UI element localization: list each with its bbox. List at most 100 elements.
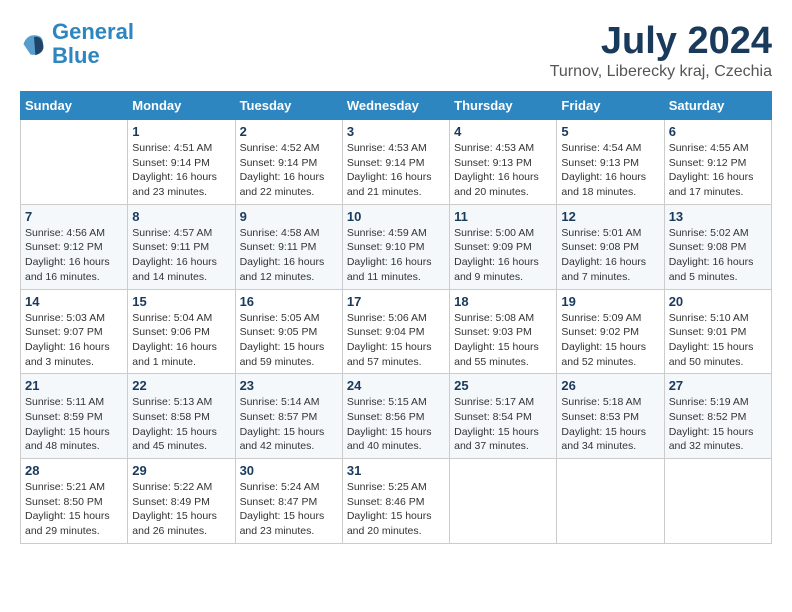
day-number: 18 [454, 294, 552, 309]
day-number: 1 [132, 124, 230, 139]
calendar-cell [664, 459, 771, 544]
calendar-cell [21, 120, 128, 205]
col-sunday: Sunday [21, 92, 128, 120]
calendar-cell: 16 Sunrise: 5:05 AMSunset: 9:05 PMDaylig… [235, 289, 342, 374]
calendar-cell: 5 Sunrise: 4:54 AMSunset: 9:13 PMDayligh… [557, 120, 664, 205]
calendar-cell: 31 Sunrise: 5:25 AMSunset: 8:46 PMDaylig… [342, 459, 449, 544]
day-info: Sunrise: 4:55 AMSunset: 9:12 PMDaylight:… [669, 141, 767, 200]
calendar-cell: 3 Sunrise: 4:53 AMSunset: 9:14 PMDayligh… [342, 120, 449, 205]
day-info: Sunrise: 5:05 AMSunset: 9:05 PMDaylight:… [240, 311, 338, 370]
calendar-cell: 2 Sunrise: 4:52 AMSunset: 9:14 PMDayligh… [235, 120, 342, 205]
day-number: 24 [347, 378, 445, 393]
day-number: 26 [561, 378, 659, 393]
day-info: Sunrise: 5:25 AMSunset: 8:46 PMDaylight:… [347, 480, 445, 539]
day-number: 3 [347, 124, 445, 139]
calendar-table: Sunday Monday Tuesday Wednesday Thursday… [20, 91, 772, 544]
day-number: 11 [454, 209, 552, 224]
calendar-cell: 1 Sunrise: 4:51 AMSunset: 9:14 PMDayligh… [128, 120, 235, 205]
calendar-cell: 26 Sunrise: 5:18 AMSunset: 8:53 PMDaylig… [557, 374, 664, 459]
day-info: Sunrise: 5:18 AMSunset: 8:53 PMDaylight:… [561, 395, 659, 454]
day-info: Sunrise: 5:22 AMSunset: 8:49 PMDaylight:… [132, 480, 230, 539]
day-info: Sunrise: 4:52 AMSunset: 9:14 PMDaylight:… [240, 141, 338, 200]
calendar-cell: 28 Sunrise: 5:21 AMSunset: 8:50 PMDaylig… [21, 459, 128, 544]
logo: General Blue [20, 20, 134, 68]
col-thursday: Thursday [450, 92, 557, 120]
calendar-cell: 18 Sunrise: 5:08 AMSunset: 9:03 PMDaylig… [450, 289, 557, 374]
calendar-cell [557, 459, 664, 544]
title-section: July 2024 Turnov, Liberecky kraj, Czechi… [550, 20, 772, 81]
calendar-cell: 27 Sunrise: 5:19 AMSunset: 8:52 PMDaylig… [664, 374, 771, 459]
day-number: 23 [240, 378, 338, 393]
calendar-cell: 10 Sunrise: 4:59 AMSunset: 9:10 PMDaylig… [342, 204, 449, 289]
header-section: General Blue July 2024 Turnov, Liberecky… [20, 20, 772, 81]
day-number: 16 [240, 294, 338, 309]
day-info: Sunrise: 5:09 AMSunset: 9:02 PMDaylight:… [561, 311, 659, 370]
day-info: Sunrise: 5:14 AMSunset: 8:57 PMDaylight:… [240, 395, 338, 454]
calendar-header-row: Sunday Monday Tuesday Wednesday Thursday… [21, 92, 772, 120]
day-number: 17 [347, 294, 445, 309]
calendar-week-row: 28 Sunrise: 5:21 AMSunset: 8:50 PMDaylig… [21, 459, 772, 544]
day-number: 21 [25, 378, 123, 393]
day-number: 7 [25, 209, 123, 224]
day-number: 4 [454, 124, 552, 139]
day-number: 28 [25, 463, 123, 478]
day-number: 15 [132, 294, 230, 309]
calendar-cell: 13 Sunrise: 5:02 AMSunset: 9:08 PMDaylig… [664, 204, 771, 289]
calendar-cell: 12 Sunrise: 5:01 AMSunset: 9:08 PMDaylig… [557, 204, 664, 289]
day-info: Sunrise: 5:19 AMSunset: 8:52 PMDaylight:… [669, 395, 767, 454]
day-info: Sunrise: 4:54 AMSunset: 9:13 PMDaylight:… [561, 141, 659, 200]
day-info: Sunrise: 5:02 AMSunset: 9:08 PMDaylight:… [669, 226, 767, 285]
calendar-week-row: 21 Sunrise: 5:11 AMSunset: 8:59 PMDaylig… [21, 374, 772, 459]
day-number: 12 [561, 209, 659, 224]
day-number: 2 [240, 124, 338, 139]
calendar-cell: 14 Sunrise: 5:03 AMSunset: 9:07 PMDaylig… [21, 289, 128, 374]
calendar-cell: 9 Sunrise: 4:58 AMSunset: 9:11 PMDayligh… [235, 204, 342, 289]
calendar-week-row: 14 Sunrise: 5:03 AMSunset: 9:07 PMDaylig… [21, 289, 772, 374]
day-number: 25 [454, 378, 552, 393]
calendar-cell [450, 459, 557, 544]
calendar-cell: 22 Sunrise: 5:13 AMSunset: 8:58 PMDaylig… [128, 374, 235, 459]
day-number: 14 [25, 294, 123, 309]
day-info: Sunrise: 5:10 AMSunset: 9:01 PMDaylight:… [669, 311, 767, 370]
location: Turnov, Liberecky kraj, Czechia [550, 63, 772, 81]
day-number: 6 [669, 124, 767, 139]
day-info: Sunrise: 5:24 AMSunset: 8:47 PMDaylight:… [240, 480, 338, 539]
calendar-week-row: 7 Sunrise: 4:56 AMSunset: 9:12 PMDayligh… [21, 204, 772, 289]
col-tuesday: Tuesday [235, 92, 342, 120]
day-info: Sunrise: 5:00 AMSunset: 9:09 PMDaylight:… [454, 226, 552, 285]
day-number: 20 [669, 294, 767, 309]
day-info: Sunrise: 5:17 AMSunset: 8:54 PMDaylight:… [454, 395, 552, 454]
col-wednesday: Wednesday [342, 92, 449, 120]
day-number: 19 [561, 294, 659, 309]
day-info: Sunrise: 4:58 AMSunset: 9:11 PMDaylight:… [240, 226, 338, 285]
day-number: 29 [132, 463, 230, 478]
day-number: 5 [561, 124, 659, 139]
col-friday: Friday [557, 92, 664, 120]
calendar-cell: 6 Sunrise: 4:55 AMSunset: 9:12 PMDayligh… [664, 120, 771, 205]
calendar-cell: 25 Sunrise: 5:17 AMSunset: 8:54 PMDaylig… [450, 374, 557, 459]
calendar-cell: 11 Sunrise: 5:00 AMSunset: 9:09 PMDaylig… [450, 204, 557, 289]
calendar-cell: 8 Sunrise: 4:57 AMSunset: 9:11 PMDayligh… [128, 204, 235, 289]
calendar-cell: 17 Sunrise: 5:06 AMSunset: 9:04 PMDaylig… [342, 289, 449, 374]
day-number: 27 [669, 378, 767, 393]
day-info: Sunrise: 5:13 AMSunset: 8:58 PMDaylight:… [132, 395, 230, 454]
calendar-cell: 7 Sunrise: 4:56 AMSunset: 9:12 PMDayligh… [21, 204, 128, 289]
calendar-cell: 24 Sunrise: 5:15 AMSunset: 8:56 PMDaylig… [342, 374, 449, 459]
day-info: Sunrise: 4:57 AMSunset: 9:11 PMDaylight:… [132, 226, 230, 285]
col-monday: Monday [128, 92, 235, 120]
day-info: Sunrise: 4:59 AMSunset: 9:10 PMDaylight:… [347, 226, 445, 285]
day-number: 13 [669, 209, 767, 224]
col-saturday: Saturday [664, 92, 771, 120]
calendar-week-row: 1 Sunrise: 4:51 AMSunset: 9:14 PMDayligh… [21, 120, 772, 205]
day-info: Sunrise: 5:11 AMSunset: 8:59 PMDaylight:… [25, 395, 123, 454]
day-number: 9 [240, 209, 338, 224]
day-info: Sunrise: 4:56 AMSunset: 9:12 PMDaylight:… [25, 226, 123, 285]
day-info: Sunrise: 5:01 AMSunset: 9:08 PMDaylight:… [561, 226, 659, 285]
calendar-cell: 29 Sunrise: 5:22 AMSunset: 8:49 PMDaylig… [128, 459, 235, 544]
calendar-cell: 4 Sunrise: 4:53 AMSunset: 9:13 PMDayligh… [450, 120, 557, 205]
calendar-cell: 23 Sunrise: 5:14 AMSunset: 8:57 PMDaylig… [235, 374, 342, 459]
logo-icon [20, 30, 48, 58]
day-info: Sunrise: 4:53 AMSunset: 9:14 PMDaylight:… [347, 141, 445, 200]
day-info: Sunrise: 5:03 AMSunset: 9:07 PMDaylight:… [25, 311, 123, 370]
day-info: Sunrise: 4:53 AMSunset: 9:13 PMDaylight:… [454, 141, 552, 200]
